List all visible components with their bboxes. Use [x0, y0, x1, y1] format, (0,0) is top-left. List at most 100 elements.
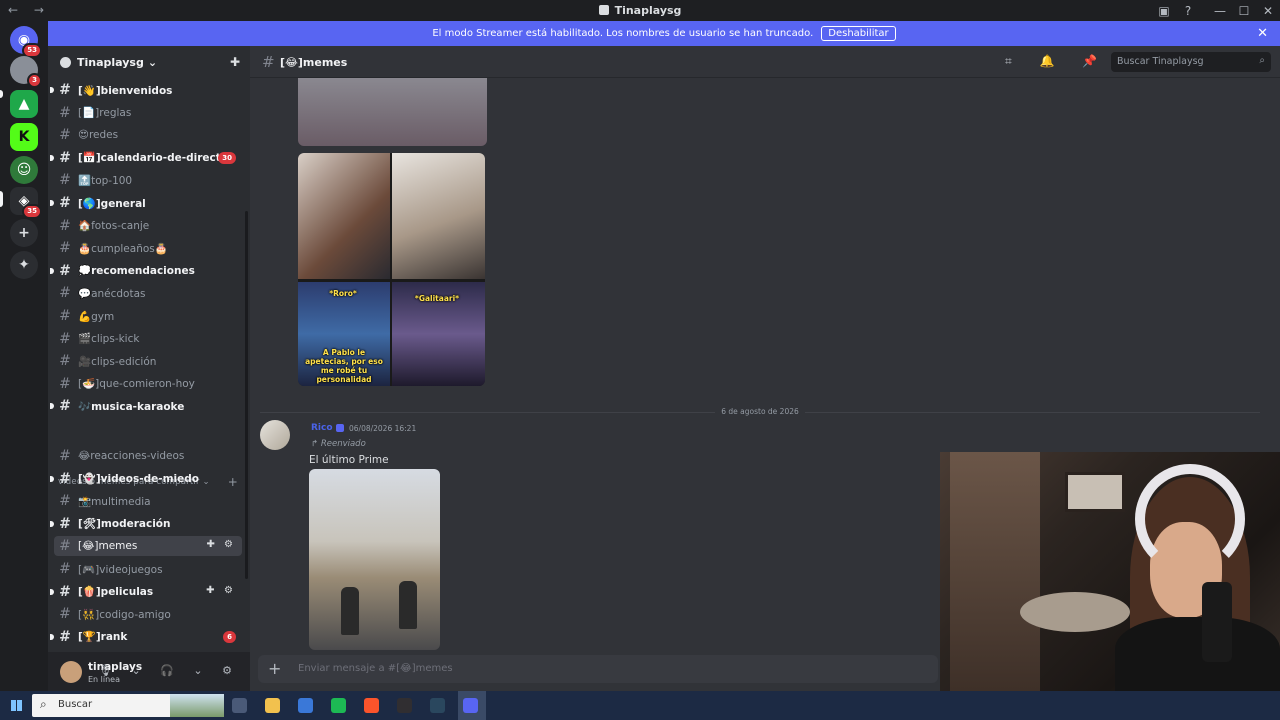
channel-item[interactable]: # [🍜]que-comieron-hoy [54, 374, 242, 394]
window-controls: ▣ ? — ☐ ✕ [1152, 0, 1280, 21]
windows-start-icon[interactable] [11, 700, 22, 711]
discord-window: ← → Tinaplaysg ▣ ? — ☐ ✕ ◉ 53 3 ▲ K ☺ ◈ 35… [0, 0, 1280, 720]
channel-name: [😂]memes [280, 56, 348, 69]
disable-streamer-button[interactable]: Deshabilitar [821, 26, 896, 41]
channel-item[interactable]: # 💭recomendaciones [50, 261, 242, 281]
channel-item[interactable]: # [🍿]peliculas ✚ ⚙ [50, 582, 242, 602]
channel-item[interactable]: # [👻]videos-de-miedo [50, 469, 242, 489]
sidebar-scrollbar[interactable] [245, 211, 248, 579]
server-icon-2[interactable]: ▲ [10, 90, 38, 118]
window-title: Tinaplaysg [0, 4, 1280, 17]
channel-item[interactable]: # [👋]bienvenidos [50, 80, 242, 100]
server-icon-home[interactable]: ◉ 53 [10, 26, 42, 58]
server-badge: 35 [22, 204, 42, 219]
hash-icon: # [59, 217, 71, 234]
hash-icon: # [59, 375, 71, 392]
channel-item[interactable]: # 🔝top-100 [54, 170, 242, 190]
channel-item[interactable]: # [🛠]moderación [50, 514, 242, 534]
server-icon-kick[interactable]: K [10, 123, 38, 151]
voice-controls[interactable]: 🎙 ⌄ 🎧 ⌄ ⚙ [98, 664, 240, 677]
inbox-icon[interactable]: ▣ [1152, 4, 1176, 18]
taskbar-search[interactable]: ⌕ Buscar [32, 694, 224, 717]
composer-placeholder: Enviar mensaje a #[😂]memes [298, 663, 453, 674]
channel-item[interactable]: # 🎶musica-karaoke [50, 396, 242, 416]
attach-plus-icon[interactable]: + [268, 659, 281, 678]
invite-icon[interactable]: ✚ [230, 55, 240, 69]
channel-label: [📄]reglas [78, 107, 132, 120]
window-title-text: Tinaplaysg [614, 4, 682, 17]
channel-item[interactable]: # [🌎]general [50, 193, 242, 213]
microphone-icon [1202, 582, 1232, 662]
server-glyph: ▲ [18, 96, 30, 112]
channel-item[interactable]: # [😂]memes ✚ ⚙ [54, 536, 242, 557]
channel-item[interactable]: # 😍redes [54, 125, 242, 145]
task-view-icon[interactable] [232, 698, 247, 713]
minimize-button[interactable]: — [1208, 4, 1232, 18]
hash-icon: # [59, 262, 71, 279]
channel-label: 🎥clips-edición [78, 355, 157, 368]
guild-header[interactable]: Tinaplaysg ⌄ ✚ [48, 46, 250, 78]
avatar[interactable] [60, 661, 82, 683]
blurred-image-attachment[interactable] [298, 78, 487, 146]
channel-item[interactable]: # 🎬clips-kick [54, 329, 242, 349]
spotify-icon[interactable] [331, 698, 346, 713]
channel-item[interactable]: # 🏠fotos-canje [54, 216, 242, 236]
channel-label: 💪gym [78, 310, 115, 323]
server-icon-4[interactable]: ☺ [10, 156, 38, 184]
app-blue-icon[interactable] [298, 698, 313, 713]
add-server-button[interactable]: + [10, 219, 38, 247]
channel-label: 🏠fotos-canje [78, 220, 150, 233]
hash-icon: # [59, 195, 71, 211]
meme-collage-image[interactable]: *Roro* *Galitaari* A Pablo le apetecias,… [298, 153, 485, 386]
hash-icon: # [59, 561, 71, 577]
channel-item[interactable]: # [📄]reglas [54, 103, 242, 123]
channel-item[interactable]: # [🏆]rank 6 [50, 627, 242, 647]
brave-icon[interactable] [364, 698, 379, 713]
street-photo-attachment[interactable] [309, 469, 440, 650]
steam-icon[interactable] [430, 698, 445, 713]
banner-close-icon[interactable]: ✕ [1257, 26, 1268, 41]
channel-item[interactable]: # 💪gym [54, 306, 242, 326]
channel-item[interactable]: # 😂reacciones-videos [54, 446, 242, 466]
message-composer[interactable]: + Enviar mensaje a #[😂]memes [258, 655, 938, 683]
headphones-icon [1135, 464, 1245, 574]
search-highlight-image [170, 694, 224, 717]
plus-icon: + [18, 225, 30, 241]
search-input[interactable]: Buscar Tinaplaysg ⌕ [1111, 52, 1271, 72]
channel-item[interactable]: # 💬anécdotas [54, 283, 242, 303]
message-timestamp: 06/08/2026 16:21 [349, 424, 417, 433]
close-window-button[interactable]: ✕ [1256, 4, 1280, 18]
channel-settings-icons[interactable]: ✚ ⚙ [206, 585, 236, 596]
channel-item[interactable]: # [📅]calendario-de-directo 30 [50, 148, 242, 168]
discord-icon[interactable] [463, 698, 478, 713]
channel-item[interactable]: # 📸multimedia [54, 491, 242, 511]
server-icon-tinaplaysg[interactable]: ◈ 35 [10, 187, 42, 219]
hash-icon: # [59, 82, 71, 98]
mention-badge: 6 [223, 630, 236, 643]
help-icon[interactable]: ? [1176, 4, 1200, 18]
file-explorer-icon[interactable] [265, 698, 280, 713]
channel-label: 🎂cumpleaños🎂 [78, 242, 168, 255]
channel-label: 🎬clips-kick [78, 333, 140, 346]
channel-label: [👋]bienvenidos [78, 84, 173, 97]
channel-item[interactable]: # [🎮]videojuegos [54, 559, 242, 579]
message-avatar[interactable] [260, 420, 290, 450]
explore-servers-button[interactable]: ✦ [10, 251, 38, 279]
search-icon: ⌕ [40, 697, 47, 711]
search-icon: ⌕ [1259, 55, 1265, 66]
channel-label: [🏆]rank [78, 631, 128, 644]
guild-name: Tinaplaysg [77, 55, 144, 69]
obs-icon[interactable] [397, 698, 412, 713]
server-icon-1[interactable]: 3 [10, 56, 42, 88]
channel-item[interactable]: # [👯]codigo-amigo [54, 604, 242, 624]
channel-settings-icons[interactable]: ✚ ⚙ [206, 539, 236, 550]
message-author[interactable]: Rico [311, 423, 333, 433]
channel-label: 😂reacciones-videos [78, 450, 185, 462]
maximize-button[interactable]: ☐ [1232, 4, 1256, 18]
hash-icon: # [59, 398, 71, 415]
hash-icon: # [59, 606, 71, 623]
hash-icon: # [59, 104, 71, 121]
channel-item[interactable]: # 🎂cumpleaños🎂 [54, 238, 242, 258]
channel-item[interactable]: # 🎥clips-edición [54, 351, 242, 371]
taskbar-search-label: Buscar [58, 699, 93, 710]
